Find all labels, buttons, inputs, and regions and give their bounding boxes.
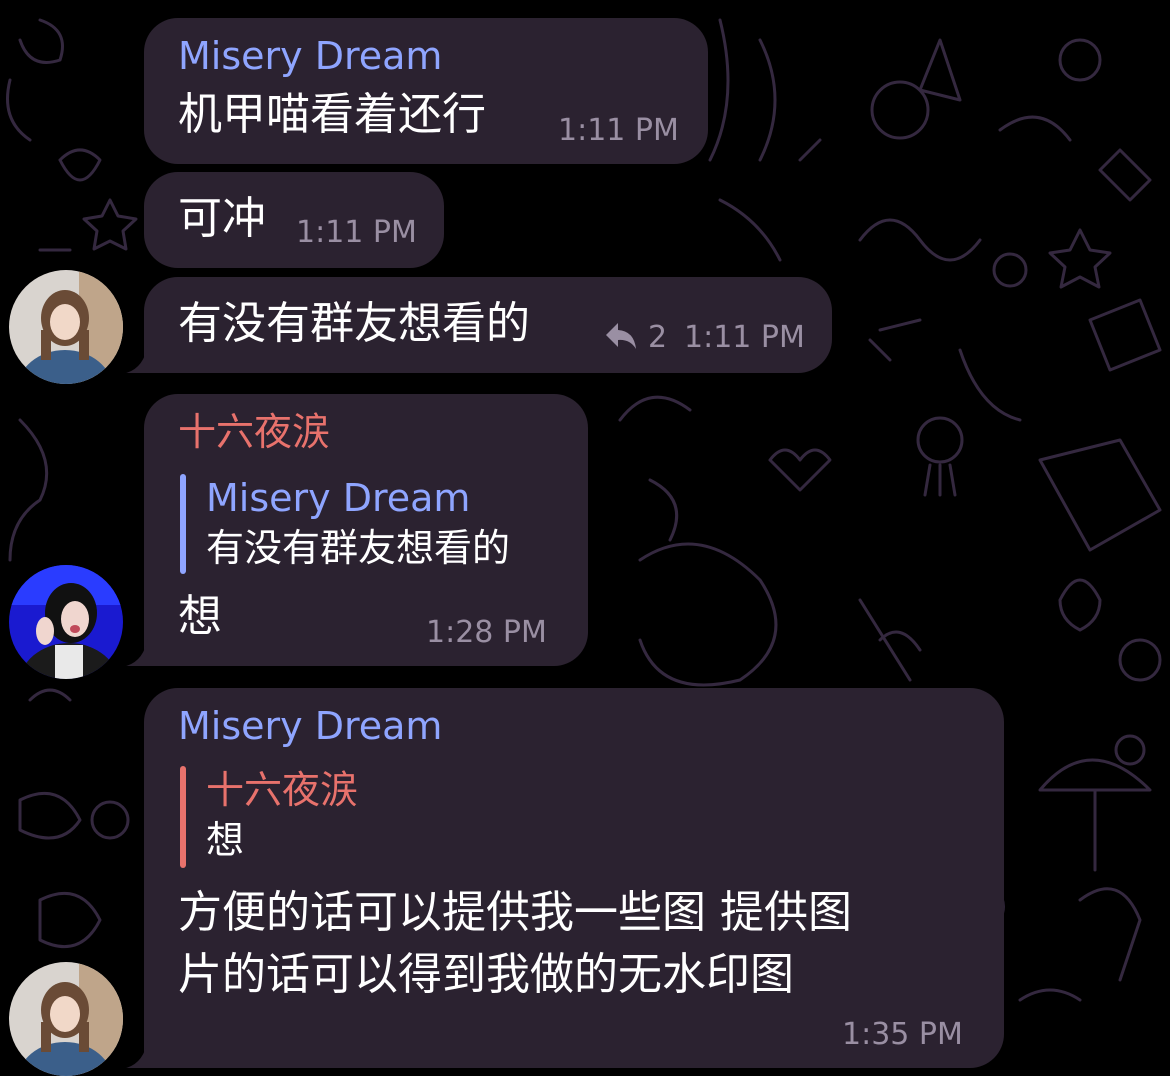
quote-sender[interactable]: 十六夜涙 bbox=[206, 768, 358, 812]
message-timestamp: 1:11 PM bbox=[558, 113, 679, 148]
message-timestamp: 1:11 PM bbox=[296, 215, 417, 250]
reply-arrow-icon[interactable] bbox=[604, 321, 638, 351]
message-timestamp: 1:28 PM bbox=[426, 615, 547, 650]
avatar[interactable] bbox=[9, 565, 123, 679]
message-text: 有没有群友想看的 bbox=[178, 298, 530, 349]
sender-name[interactable]: Misery Dream bbox=[178, 34, 442, 78]
bubble-tail bbox=[126, 344, 156, 373]
sender-name[interactable]: Misery Dream bbox=[178, 704, 442, 748]
quote-sender[interactable]: Misery Dream bbox=[206, 476, 470, 520]
avatar[interactable] bbox=[9, 270, 123, 384]
message-bubble[interactable]: Misery Dream 十六夜涙 想 方便的话可以提供我一些图 提供图 片的话… bbox=[144, 688, 1004, 1068]
bubble-tail bbox=[126, 637, 156, 666]
quote-text[interactable]: 有没有群友想看的 bbox=[206, 526, 510, 570]
quote-bar bbox=[180, 766, 186, 868]
message-timestamp: 1:11 PM bbox=[684, 320, 805, 355]
bubble-tail bbox=[126, 1039, 156, 1068]
message-bubble[interactable]: 有没有群友想看的 2 1:11 PM bbox=[144, 277, 832, 373]
message-text-line: 方便的话可以提供我一些图 提供图 bbox=[178, 887, 852, 938]
avatar[interactable] bbox=[9, 962, 123, 1076]
sender-name[interactable]: 十六夜涙 bbox=[178, 410, 330, 454]
quote-bar bbox=[180, 474, 186, 574]
message-text: 可冲 bbox=[178, 193, 266, 244]
reply-count[interactable]: 2 bbox=[648, 321, 667, 355]
message-bubble[interactable]: Misery Dream 机甲喵看着还行 1:11 PM bbox=[144, 18, 708, 164]
message-text: 想 bbox=[178, 591, 222, 642]
message-bubble[interactable]: 可冲 1:11 PM bbox=[144, 172, 444, 268]
message-text-line: 片的话可以得到我做的无水印图 bbox=[178, 949, 794, 1000]
message-timestamp: 1:35 PM bbox=[842, 1017, 963, 1052]
message-bubble[interactable]: 十六夜涙 Misery Dream 有没有群友想看的 想 1:28 PM bbox=[144, 394, 588, 666]
message-text: 机甲喵看着还行 bbox=[178, 89, 486, 140]
quote-text[interactable]: 想 bbox=[206, 818, 244, 862]
